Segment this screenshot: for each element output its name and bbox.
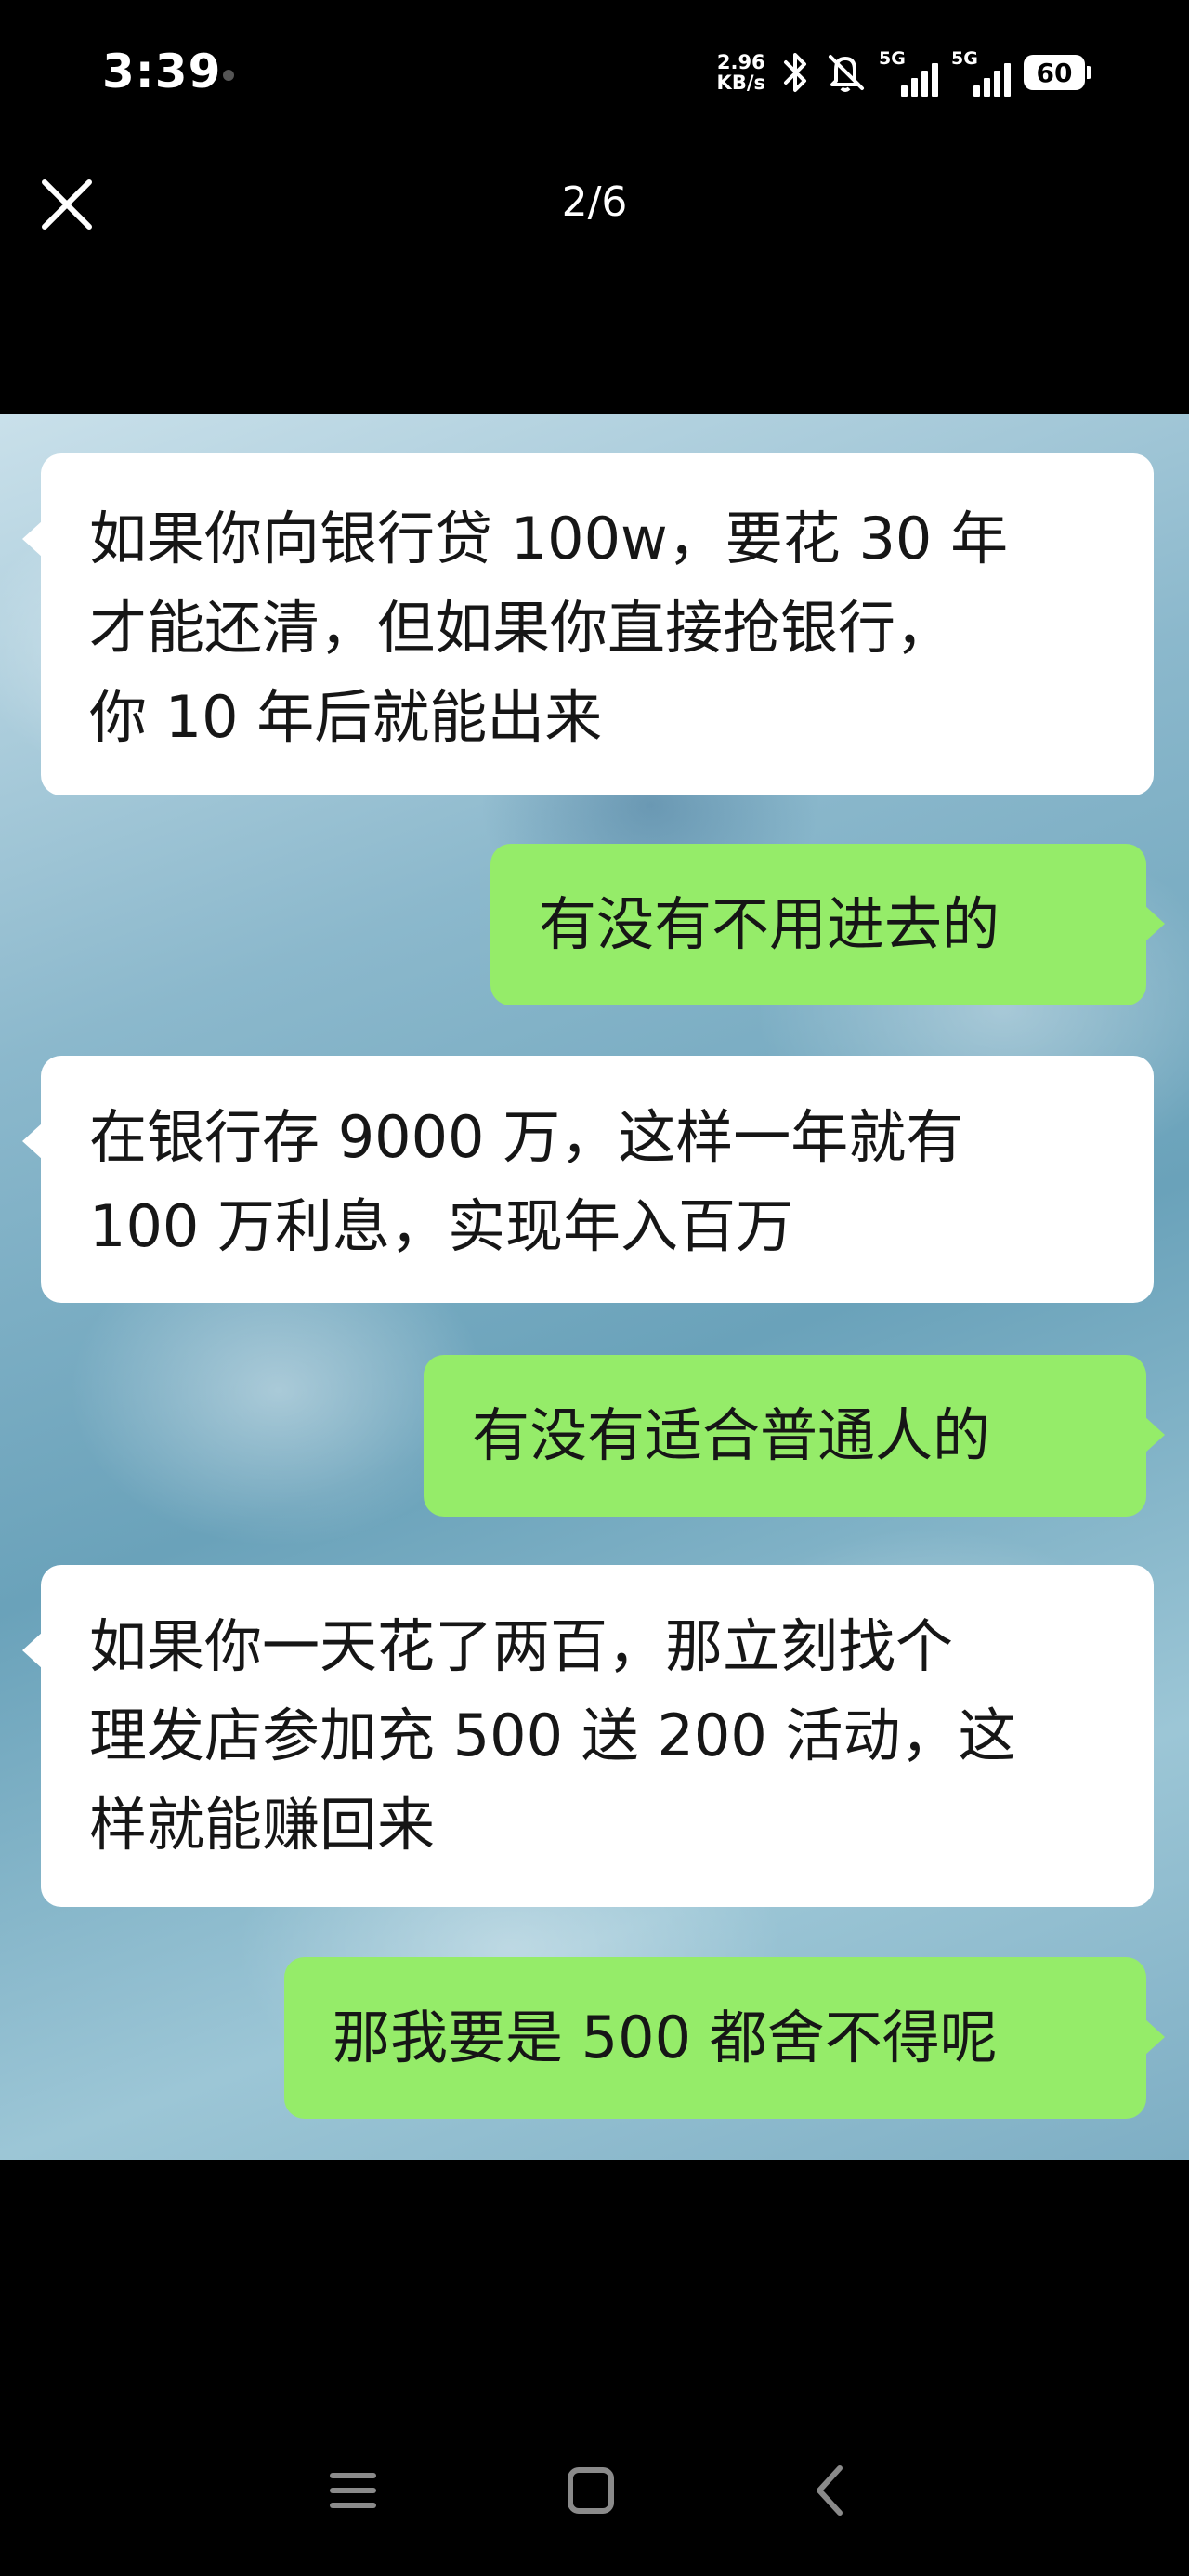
- message-line: 如果你向银行贷 100w，要花 30 年: [89, 505, 1009, 572]
- message-line: 如果你一天花了两百，那立刻找个: [89, 1612, 954, 1680]
- network-speed-value: 2.96: [716, 51, 765, 73]
- system-nav-bar: [0, 2453, 1189, 2556]
- status-time: 3:39: [102, 45, 222, 99]
- outgoing-message-bubble: 有没有适合普通人的: [424, 1355, 1165, 1517]
- message-line: 理发店参加充 500 送 200 活动，这: [89, 1702, 1016, 1769]
- message-line: 在银行存 9000 万，这样一年就有: [89, 1103, 964, 1171]
- battery-icon: 60: [1024, 55, 1091, 90]
- message-line: 那我要是 500 都舍不得呢: [333, 2004, 998, 2071]
- notification-dot-icon: [223, 70, 234, 81]
- outgoing-message-bubble: 有没有不用进去的: [490, 844, 1165, 1005]
- home-icon: [568, 2467, 614, 2514]
- status-icons: 2.96 KB/s 5G 5G 60: [717, 48, 1091, 97]
- bluetooth-icon: [784, 53, 806, 92]
- message-line: 有没有适合普通人的: [472, 1401, 991, 1469]
- incoming-message-bubble: 如果你一天花了两百，那立刻找个 理发店参加充 500 送 200 活动，这 样就…: [22, 1565, 1154, 1907]
- signal-icon: 5G: [951, 48, 1011, 97]
- chat-image[interactable]: 如果你向银行贷 100w，要花 30 年 才能还清，但如果你直接抢银行， 你 1…: [0, 414, 1189, 2160]
- message-line: 100 万利息，实现年入百万: [89, 1192, 794, 1260]
- incoming-message-bubble: 在银行存 9000 万，这样一年就有 100 万利息，实现年入百万: [22, 1056, 1154, 1303]
- home-button[interactable]: [554, 2453, 628, 2528]
- message-line: 有没有不用进去的: [539, 890, 1000, 958]
- mute-icon: [829, 55, 864, 92]
- outgoing-message-bubble: 那我要是 500 都舍不得呢: [284, 1957, 1165, 2119]
- network-speed: 2.96 KB/s: [717, 52, 765, 93]
- menu-icon: [330, 2473, 376, 2508]
- status-bar: 3:39 2.96 KB/s 5G 5G 60: [0, 0, 1189, 158]
- network-speed-unit: KB/s: [716, 72, 765, 94]
- message-line: 你 10 年后就能出来: [89, 683, 603, 751]
- page-counter: 2/6: [561, 178, 628, 226]
- back-icon: [817, 2465, 843, 2516]
- signal-icon: 5G: [879, 48, 938, 97]
- battery-level: 60: [1036, 57, 1073, 88]
- message-line: 才能还清，但如果你直接抢银行，: [89, 594, 954, 662]
- incoming-message-bubble: 如果你向银行贷 100w，要花 30 年 才能还清，但如果你直接抢银行， 你 1…: [22, 453, 1154, 795]
- message-line: 样就能赚回来: [89, 1791, 436, 1859]
- back-button[interactable]: [793, 2453, 868, 2528]
- menu-button[interactable]: [316, 2453, 390, 2528]
